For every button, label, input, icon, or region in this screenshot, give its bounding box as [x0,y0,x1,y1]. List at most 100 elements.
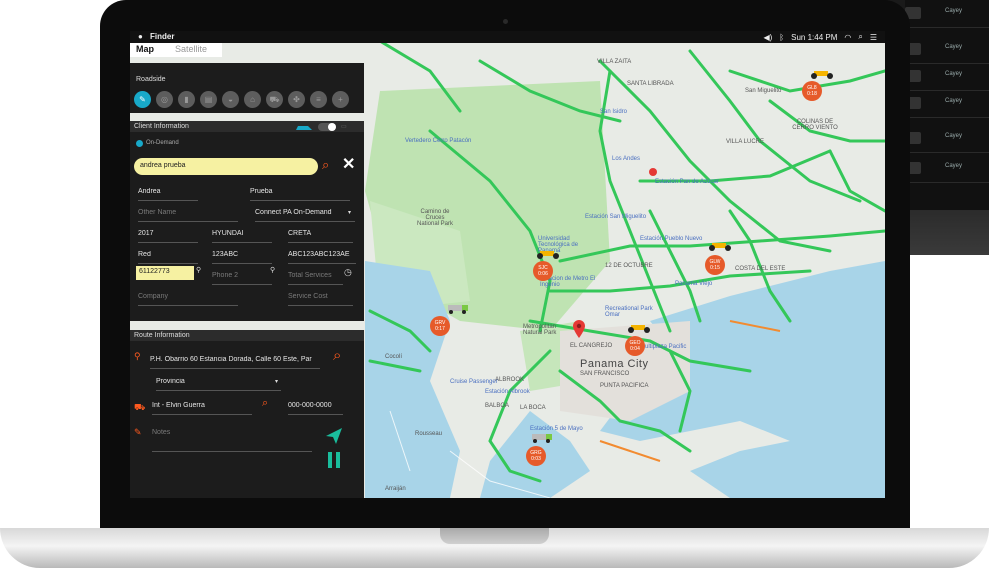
location-pin-icon: ⚲ [134,351,141,361]
chevron-down-icon: ▾ [348,210,352,216]
provider-field[interactable]: Int - Elvin Guerra [152,402,252,415]
roadside-panel: Roadside ✎ ◎ ▮ ▤ ◒ ⌂ ⛟ ✤ ≡ + [130,63,364,113]
clock-icon: ◷ [344,267,352,277]
menu-icon[interactable]: ☰ [870,33,877,42]
tab-satellite[interactable]: Satellite [175,44,207,54]
car-icon[interactable]: ◒ [222,91,239,108]
map-label: Camino de Cruces National Park [416,209,454,227]
address-field[interactable]: P.H. Obarrio 60 Estancia Dorada, Calle 6… [150,356,320,369]
eta-marker[interactable]: GRG 0:03 [526,446,546,466]
motorcycle-icon[interactable] [708,241,732,251]
fuel-icon[interactable]: ▤ [200,91,217,108]
map-label: 12 DE OCTUBRE [605,263,653,269]
client-information-panel: Client Information ▭ On-Demand andrea pr… [130,121,364,321]
apple-icon[interactable]: ● [138,32,143,41]
wrench-icon[interactable]: ✎ [134,91,151,108]
plate-field[interactable]: 123ABC [212,251,272,264]
phone-field[interactable]: 61122773 [136,266,194,280]
location-pin-icon[interactable] [573,320,585,338]
map-label: Rousseau [415,431,443,437]
eta-marker[interactable]: GLW 0:15 [705,255,725,275]
plan-select[interactable]: Connect PA On-Demand [255,209,355,222]
map-label: Panama Viejo [675,281,713,287]
lockout-icon[interactable]: ⌂ [244,91,261,108]
battery-icon[interactable]: ▮ [178,91,195,108]
map-label: ALBROOK [495,377,525,383]
tab-map[interactable]: Map [136,44,154,54]
map-label: COLINAS DE CERRO VIENTO [792,119,838,131]
search-icon[interactable]: ⌕ [858,32,862,42]
clock[interactable]: Sun 1:44 PM [791,33,837,42]
search-icon[interactable]: ⌕ [322,157,329,173]
map-label: Arraiján [385,486,406,492]
chevron-down-icon: ▾ [275,379,279,385]
key-icon[interactable]: ✤ [288,91,305,108]
phone-2-field[interactable]: Phone 2 [212,272,272,285]
app-name[interactable]: Finder [150,32,174,41]
map-label: SAN FRANCISCO [580,371,630,377]
search-icon[interactable]: ⌕ [262,397,268,410]
last-name-field[interactable]: Prueba [250,188,350,201]
wifi-icon[interactable]: ◠ [844,33,851,42]
table-row: Cayey [905,36,989,64]
client-search-input[interactable]: andrea prueba [134,158,318,175]
map-type-tabs: Map Satellite [130,43,222,57]
list-icon[interactable]: ≡ [310,91,327,108]
tire-icon[interactable]: ◎ [156,91,173,108]
bluetooth-icon[interactable]: ᛒ [779,33,784,42]
other-name-field[interactable]: Other Name [138,209,238,222]
eta-marker[interactable]: GRV 0:17 [430,316,450,336]
table-row: Cayey [905,155,989,183]
service-icon-row: ✎ ◎ ▮ ▤ ◒ ⌂ ⛟ ✤ ≡ + [134,91,349,108]
total-services-field[interactable]: Total Services [288,272,343,285]
toggle-switch[interactable] [318,123,336,131]
pause-icon[interactable] [327,452,341,468]
notes-field[interactable]: Notes [152,429,312,452]
search-icon[interactable]: ⌕ [333,347,341,364]
tow-icon[interactable]: ⛟ [266,91,283,108]
panel-title: Roadside [136,76,166,83]
close-icon[interactable]: ✕ [342,154,355,174]
tow-truck-icon: ⛟ [134,402,146,412]
volume-icon[interactable]: ◀) [763,33,772,42]
panel-header: Route Information [130,330,364,341]
year-field[interactable]: 2017 [138,230,198,243]
provider-phone-field[interactable]: 000-000-0000 [288,402,343,415]
tow-truck-icon[interactable] [446,304,470,314]
map-label: Los Andes [612,156,641,162]
map-label: PUNTA PACIFICA [600,383,649,389]
eta-marker[interactable]: SJC 0:06 [533,261,553,281]
table-row: Cayey [905,90,989,118]
first-name-field[interactable]: Andrea [138,188,198,201]
province-select[interactable]: Provincia [156,378,281,391]
background-laptop-screen: Cayey Cayey Cayey Cayey Cayey Cayey [905,0,989,210]
radio-on-demand[interactable] [136,140,143,147]
motorcycle-icon[interactable] [810,69,834,79]
model-field[interactable]: CRETA [288,230,353,243]
map-label: Estación 5 de Mayo [530,426,583,432]
pencil-icon: ✎ [134,427,142,437]
map-label: Estación San Miguelito [585,214,647,220]
color-field[interactable]: Red [138,251,198,264]
service-cost-field[interactable]: Service Cost [288,293,353,306]
company-field[interactable]: Company [138,293,238,306]
send-icon[interactable] [325,427,343,445]
table-row: Cayey [905,63,989,91]
eta-marker[interactable]: GL8 0:18 [802,81,822,101]
vin-field[interactable]: ABC123ABC123AE [288,251,356,264]
make-field[interactable]: HYUNDAI [212,230,272,243]
map-label: Recreational Park Omar [605,306,653,318]
eta-marker[interactable]: GEO 0:04 [625,336,645,356]
car-icon [296,126,312,130]
map-label: Cocolí [385,354,403,360]
add-icon[interactable]: + [332,91,349,108]
motorcycle-icon[interactable] [627,323,651,333]
tow-truck-icon[interactable] [530,433,554,443]
laptop-chin [100,498,910,528]
motorcycle-icon[interactable] [536,249,560,259]
laptop-notch [440,528,549,544]
map-label: Metropolitan Natural Park [523,324,557,336]
pin-icon: ⚲ [196,267,202,274]
menu-bar: ● Finder ◀) ᛒ Sun 1:44 PM ◠ ⌕ ☰ [130,31,885,43]
map-label: VILLA LUCRE [726,139,765,145]
